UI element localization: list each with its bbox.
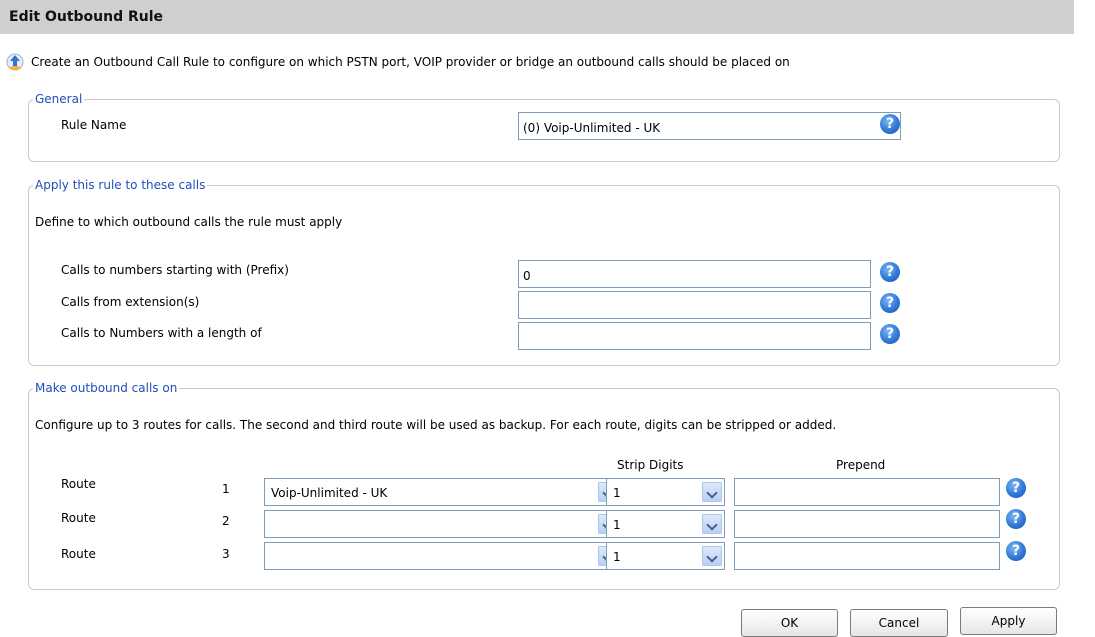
route-help-icon[interactable]: ? xyxy=(1006,541,1026,561)
route-provider-select[interactable] xyxy=(264,510,621,538)
prefix-help-icon[interactable]: ? xyxy=(880,262,900,282)
apply-legend: Apply this rule to these calls xyxy=(33,178,208,193)
route-label: Route xyxy=(61,511,96,525)
route-provider-value: Voip-Unlimited - UK xyxy=(271,486,388,500)
prepend-input[interactable] xyxy=(734,542,1000,570)
prefix-input[interactable] xyxy=(518,260,871,288)
rule-name-label: Rule Name xyxy=(61,118,127,132)
route-provider-select[interactable]: Voip-Unlimited - UK xyxy=(264,478,621,506)
strip-digits-select[interactable]: 1 xyxy=(606,542,725,570)
prepend-input[interactable] xyxy=(734,510,1000,538)
length-help-icon[interactable]: ? xyxy=(880,324,900,344)
intro: Create an Outbound Call Rule to configur… xyxy=(5,52,790,72)
route-label: Route xyxy=(61,477,96,491)
rule-name-help-icon[interactable]: ? xyxy=(880,114,900,134)
general-legend: General xyxy=(33,92,85,107)
route-provider-select[interactable] xyxy=(264,542,621,570)
route-number: 1 xyxy=(222,482,230,496)
strip-digits-value: 1 xyxy=(613,486,621,500)
rule-name-input[interactable] xyxy=(518,112,901,140)
extensions-help-icon[interactable]: ? xyxy=(880,293,900,313)
route-number: 2 xyxy=(222,514,230,528)
length-label: Calls to Numbers with a length of xyxy=(61,326,262,340)
window-title: Edit Outbound Rule xyxy=(0,0,1074,34)
chevron-down-icon[interactable] xyxy=(702,482,722,502)
strip-digits-select[interactable]: 1 xyxy=(606,510,725,538)
ok-button[interactable]: OK xyxy=(741,609,838,637)
length-input[interactable] xyxy=(518,322,871,350)
apply-description: Define to which outbound calls the rule … xyxy=(35,215,343,229)
route-label: Route xyxy=(61,547,96,561)
prepend-input[interactable] xyxy=(734,478,1000,506)
arrow-info-icon xyxy=(6,53,24,71)
chevron-down-icon[interactable] xyxy=(702,514,722,534)
routes-description: Configure up to 3 routes for calls. The … xyxy=(35,418,837,432)
extensions-label: Calls from extension(s) xyxy=(61,295,200,309)
prefix-label: Calls to numbers starting with (Prefix) xyxy=(61,263,289,277)
route-help-icon[interactable]: ? xyxy=(1006,509,1026,529)
route-number: 3 xyxy=(222,547,230,561)
strip-digits-select[interactable]: 1 xyxy=(606,478,725,506)
prepend-header: Prepend xyxy=(836,458,886,472)
strip-digits-value: 1 xyxy=(613,518,621,532)
chevron-down-icon[interactable] xyxy=(702,546,722,566)
apply-group: Apply this rule to these calls Define to… xyxy=(28,178,1060,366)
strip-digits-value: 1 xyxy=(613,550,621,564)
extensions-input[interactable] xyxy=(518,291,871,319)
routes-group: Make outbound calls on Configure up to 3… xyxy=(28,381,1060,590)
routes-legend: Make outbound calls on xyxy=(33,381,180,396)
strip-digits-header: Strip Digits xyxy=(617,458,684,472)
apply-button[interactable]: Apply xyxy=(960,607,1057,635)
intro-text: Create an Outbound Call Rule to configur… xyxy=(31,55,790,69)
route-help-icon[interactable]: ? xyxy=(1006,478,1026,498)
cancel-button[interactable]: Cancel xyxy=(850,609,948,637)
general-group: General Rule Name ? xyxy=(28,92,1060,162)
